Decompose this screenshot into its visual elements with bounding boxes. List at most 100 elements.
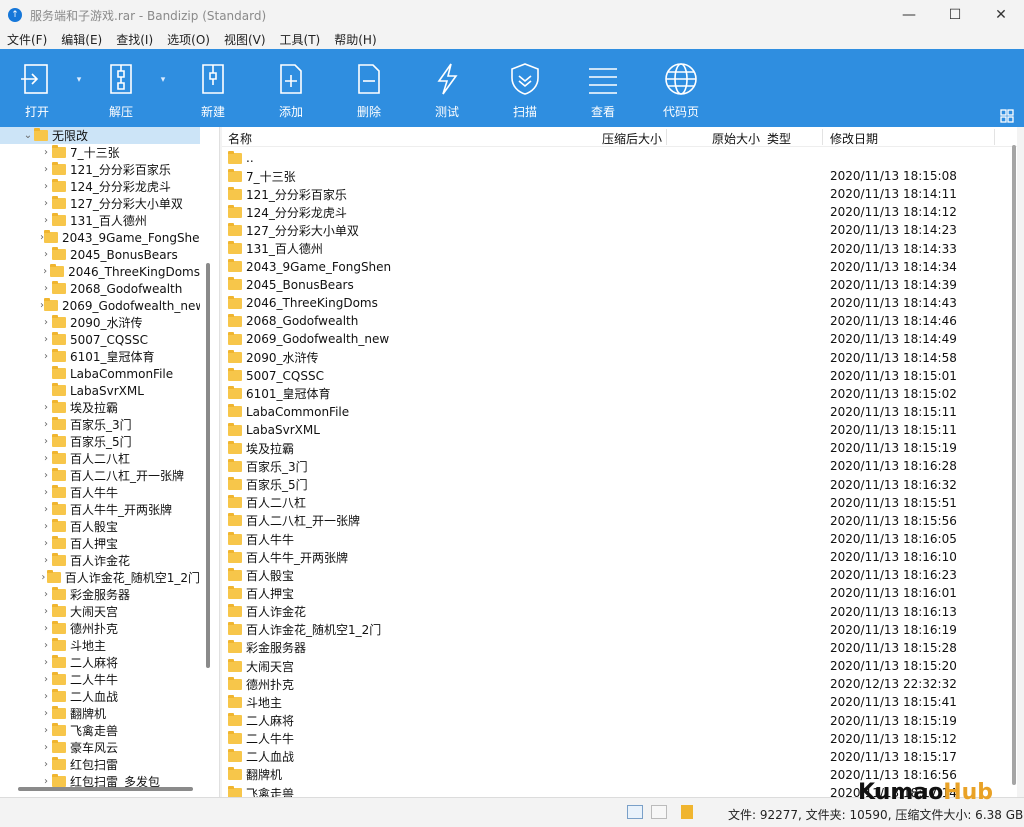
chevron-right-icon[interactable]: › bbox=[40, 266, 50, 277]
chevron-right-icon[interactable]: › bbox=[40, 249, 52, 260]
test-button[interactable]: 测试 bbox=[408, 49, 486, 127]
chevron-right-icon[interactable]: › bbox=[40, 640, 52, 651]
folder-tree[interactable]: ⌄ 无限改 › 7_十三张 › 121_分分彩百家乐 › 124_分分彩龙虎斗 › 127_分… bbox=[0, 127, 220, 797]
tree-vertical-scrollbar[interactable] bbox=[206, 263, 210, 668]
file-row[interactable]: LabaSvrXML 2020/11/13 18:15:11 bbox=[222, 421, 1002, 439]
tree-item[interactable]: › 2090_水浒传 bbox=[0, 314, 200, 331]
tree-item[interactable]: › 彩金服务器 bbox=[0, 586, 200, 603]
chevron-right-icon[interactable]: › bbox=[40, 351, 52, 362]
chevron-right-icon[interactable]: › bbox=[40, 147, 52, 158]
tree-item[interactable]: › 豪车风云 bbox=[0, 739, 200, 756]
chevron-right-icon[interactable]: › bbox=[40, 419, 52, 430]
tree-item[interactable]: › 2068_Godofwealth bbox=[0, 280, 200, 297]
chevron-right-icon[interactable]: › bbox=[40, 317, 52, 328]
tree-item[interactable]: LabaCommonFile bbox=[0, 365, 200, 382]
column-original-size[interactable]: 原始大小 bbox=[712, 130, 760, 147]
column-name[interactable]: 名称 bbox=[228, 130, 252, 147]
tree-item[interactable]: › 埃及拉霸 bbox=[0, 399, 200, 416]
add-button[interactable]: 添加 bbox=[252, 49, 330, 127]
tree-item[interactable]: › 百人二八杠 bbox=[0, 450, 200, 467]
file-row[interactable]: 2090_水浒传 2020/11/13 18:14:58 bbox=[222, 349, 1002, 367]
tree-item[interactable]: › 124_分分彩龙虎斗 bbox=[0, 178, 200, 195]
file-row[interactable]: LabaCommonFile 2020/11/13 18:15:11 bbox=[222, 403, 1002, 421]
file-row[interactable]: 百人诈金花 2020/11/13 18:16:13 bbox=[222, 603, 1002, 621]
tree-item[interactable]: › 百人押宝 bbox=[0, 535, 200, 552]
chevron-right-icon[interactable]: › bbox=[40, 674, 52, 685]
file-row[interactable]: 百家乐_3门 2020/11/13 18:16:28 bbox=[222, 457, 1002, 475]
chevron-right-icon[interactable]: › bbox=[40, 402, 52, 413]
view-button[interactable]: 查看 bbox=[564, 49, 642, 127]
tree-horizontal-scrollbar[interactable] bbox=[18, 787, 193, 791]
new-button[interactable]: 新建 bbox=[174, 49, 252, 127]
menu-file[interactable]: 文件(F) bbox=[0, 31, 54, 48]
file-list[interactable]: 名称 压缩后大小 原始大小 类型 修改日期 .. 7_十三张 2020/11/13… bbox=[222, 127, 1017, 797]
tree-item[interactable]: › 百人诈金花 bbox=[0, 552, 200, 569]
tree-item[interactable]: › 飞禽走兽 bbox=[0, 722, 200, 739]
file-row[interactable]: 131_百人德州 2020/11/13 18:14:33 bbox=[222, 240, 1002, 258]
chevron-right-icon[interactable]: › bbox=[40, 759, 52, 770]
tree-item[interactable]: › 二人牛牛 bbox=[0, 671, 200, 688]
tree-item[interactable]: › 百人牛牛_开两张牌 bbox=[0, 501, 200, 518]
file-row[interactable]: 二人牛牛 2020/11/13 18:15:12 bbox=[222, 730, 1002, 748]
tree-item[interactable]: › 翻牌机 bbox=[0, 705, 200, 722]
chevron-right-icon[interactable]: › bbox=[40, 436, 52, 447]
file-row[interactable]: 百人牛牛 2020/11/13 18:16:05 bbox=[222, 530, 1002, 548]
tree-item[interactable]: › 百家乐_5门 bbox=[0, 433, 200, 450]
file-row[interactable]: 百人二八杠_开一张牌 2020/11/13 18:15:56 bbox=[222, 512, 1002, 530]
column-divider[interactable] bbox=[994, 129, 995, 145]
tree-item[interactable]: › 红包扫雷 bbox=[0, 756, 200, 773]
details-view-icon[interactable] bbox=[627, 805, 643, 819]
tree-item[interactable]: › 斗地主 bbox=[0, 637, 200, 654]
chevron-right-icon[interactable]: › bbox=[40, 555, 52, 566]
file-row[interactable]: 7_十三张 2020/11/13 18:15:08 bbox=[222, 167, 1002, 185]
menu-edit[interactable]: 编辑(E) bbox=[54, 31, 109, 48]
menu-help[interactable]: 帮助(H) bbox=[327, 31, 383, 48]
file-row[interactable]: 百家乐_5门 2020/11/13 18:16:32 bbox=[222, 476, 1002, 494]
chevron-right-icon[interactable]: › bbox=[40, 589, 52, 600]
tree-item[interactable]: › 6101_皇冠体育 bbox=[0, 348, 200, 365]
chevron-right-icon[interactable]: › bbox=[40, 538, 52, 549]
codepage-button[interactable]: 代码页 bbox=[642, 49, 720, 127]
delete-button[interactable]: 删除 bbox=[330, 49, 408, 127]
extract-dropdown[interactable]: ▾ bbox=[152, 49, 174, 127]
file-row[interactable]: 斗地主 2020/11/13 18:15:41 bbox=[222, 693, 1002, 711]
menu-view[interactable]: 视图(V) bbox=[217, 31, 273, 48]
chevron-right-icon[interactable]: › bbox=[40, 691, 52, 702]
file-row[interactable]: 127_分分彩大小单双 2020/11/13 18:14:23 bbox=[222, 221, 1002, 239]
menu-find[interactable]: 查找(I) bbox=[109, 31, 160, 48]
tree-item[interactable]: › 131_百人德州 bbox=[0, 212, 200, 229]
archive-info-icon[interactable] bbox=[681, 805, 693, 819]
file-row[interactable]: 2045_BonusBears 2020/11/13 18:14:39 bbox=[222, 276, 1002, 294]
chevron-right-icon[interactable]: › bbox=[40, 742, 52, 753]
chevron-right-icon[interactable]: › bbox=[40, 470, 52, 481]
tree-item[interactable]: › 百人骰宝 bbox=[0, 518, 200, 535]
chevron-right-icon[interactable]: › bbox=[40, 776, 52, 787]
tree-item[interactable]: › 2043_9Game_FongShen bbox=[0, 229, 200, 246]
file-row[interactable]: 百人牛牛_开两张牌 2020/11/13 18:16:10 bbox=[222, 548, 1002, 566]
file-row[interactable]: 彩金服务器 2020/11/13 18:15:28 bbox=[222, 639, 1002, 657]
chevron-right-icon[interactable]: › bbox=[40, 521, 52, 532]
column-modified[interactable]: 修改日期 bbox=[830, 130, 878, 147]
open-button[interactable]: 打开 bbox=[6, 49, 68, 127]
tree-item[interactable]: › 德州扑克 bbox=[0, 620, 200, 637]
file-row[interactable]: 百人二八杠 2020/11/13 18:15:51 bbox=[222, 494, 1002, 512]
preview-view-icon[interactable] bbox=[651, 805, 667, 819]
tree-item[interactable]: › 百人二八杠_开一张牌 bbox=[0, 467, 200, 484]
column-divider[interactable] bbox=[666, 129, 667, 145]
file-row[interactable]: 二人血战 2020/11/13 18:15:17 bbox=[222, 748, 1002, 766]
tree-item[interactable]: › 二人麻将 bbox=[0, 654, 200, 671]
menu-tools[interactable]: 工具(T) bbox=[273, 31, 328, 48]
chevron-right-icon[interactable]: › bbox=[40, 453, 52, 464]
chevron-right-icon[interactable]: › bbox=[40, 725, 52, 736]
chevron-right-icon[interactable]: › bbox=[40, 487, 52, 498]
layout-grid-icon[interactable] bbox=[1000, 109, 1014, 123]
file-row[interactable]: 大闹天宫 2020/11/13 18:15:20 bbox=[222, 657, 1002, 675]
file-row[interactable]: 埃及拉霸 2020/11/13 18:15:19 bbox=[222, 439, 1002, 457]
parent-folder-row[interactable]: .. bbox=[222, 149, 1002, 167]
file-row[interactable]: 2068_Godofwealth 2020/11/13 18:14:46 bbox=[222, 312, 1002, 330]
extract-button[interactable]: 解压 bbox=[90, 49, 152, 127]
tree-item[interactable]: › 121_分分彩百家乐 bbox=[0, 161, 200, 178]
chevron-right-icon[interactable]: › bbox=[40, 504, 52, 515]
file-row[interactable]: 6101_皇冠体育 2020/11/13 18:15:02 bbox=[222, 385, 1002, 403]
minimize-button[interactable]: — bbox=[886, 0, 932, 30]
